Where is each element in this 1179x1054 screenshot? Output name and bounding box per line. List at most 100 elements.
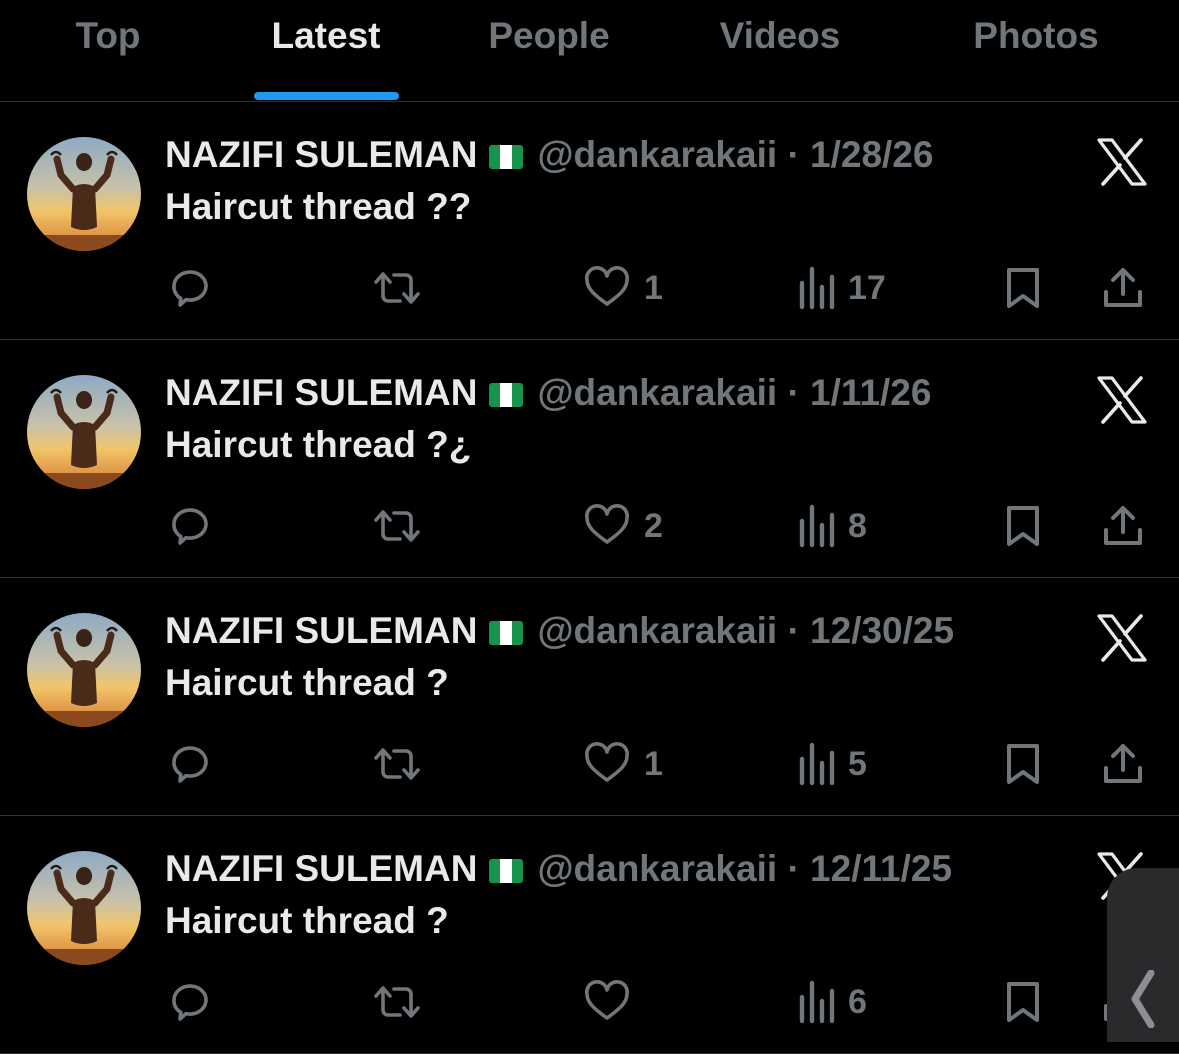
tweet[interactable]: NAZIFI SULEMAN @dankarakaii · 12/30/25 Hai… <box>0 578 1179 816</box>
active-tab-indicator <box>254 92 399 100</box>
tweet-date[interactable]: 12/11/25 <box>810 848 952 889</box>
x-logo-icon <box>1096 376 1148 424</box>
reply-button[interactable] <box>166 966 214 1038</box>
author-name[interactable]: NAZIFI SULEMAN <box>165 372 477 413</box>
share-icon <box>1100 264 1146 312</box>
separator-dot: · <box>787 610 800 651</box>
tweet[interactable]: NAZIFI SULEMAN @dankarakaii · 1/11/26 Hair… <box>0 340 1179 578</box>
retweet-button[interactable] <box>370 490 424 562</box>
views-button[interactable]: 17 <box>796 252 886 324</box>
share-icon <box>1100 740 1146 788</box>
author-name[interactable]: NAZIFI SULEMAN <box>165 134 477 175</box>
retweet-icon <box>370 978 424 1026</box>
author-name[interactable]: NAZIFI SULEMAN <box>165 610 477 651</box>
x-logo-icon <box>1096 614 1148 662</box>
like-button[interactable]: 1 <box>582 728 663 800</box>
reply-icon <box>166 502 214 550</box>
x-logo-icon <box>1096 138 1148 186</box>
nigeria-flag-icon <box>489 859 524 883</box>
like-icon <box>582 264 632 312</box>
author-name[interactable]: NAZIFI SULEMAN <box>165 848 477 889</box>
nigeria-flag-icon <box>489 621 524 645</box>
tweet-text: Haircut thread ?¿ <box>165 424 472 465</box>
tab-videos[interactable]: Videos <box>720 14 841 58</box>
like-count: 1 <box>644 268 663 307</box>
retweet-button[interactable] <box>370 966 424 1038</box>
like-icon <box>582 740 632 788</box>
tweet-date[interactable]: 1/11/26 <box>810 372 931 413</box>
views-count: 6 <box>848 982 867 1021</box>
bookmark-icon <box>1001 978 1045 1026</box>
tab-latest[interactable]: Latest <box>272 14 381 58</box>
bookmark-button[interactable] <box>1001 966 1045 1038</box>
avatar[interactable] <box>27 137 141 251</box>
bookmark-icon <box>1001 502 1045 550</box>
bookmark-icon <box>1001 740 1045 788</box>
retweet-button[interactable] <box>370 252 424 324</box>
reply-icon <box>166 978 214 1026</box>
author-handle[interactable]: @dankarakaii <box>537 372 777 413</box>
share-button[interactable] <box>1100 252 1146 324</box>
author-handle[interactable]: @dankarakaii <box>537 134 777 175</box>
like-button[interactable]: 1 <box>582 252 663 324</box>
avatar[interactable] <box>27 375 141 489</box>
views-icon <box>796 503 836 549</box>
tab-top[interactable]: Top <box>75 14 140 58</box>
tweet-text: Haircut thread ? <box>165 662 449 703</box>
retweet-button[interactable] <box>370 728 424 800</box>
like-icon <box>582 502 632 550</box>
views-icon <box>796 979 836 1025</box>
tweet-header: NAZIFI SULEMAN @dankarakaii · 1/11/26 <box>165 370 931 416</box>
views-count: 17 <box>848 268 886 307</box>
tab-photos[interactable]: Photos <box>973 14 1098 58</box>
tweet-text: Haircut thread ? <box>165 900 449 941</box>
tweet-text: Haircut thread ?? <box>165 186 472 227</box>
like-button[interactable] <box>582 966 644 1038</box>
tab-people[interactable]: People <box>488 14 609 58</box>
bookmark-button[interactable] <box>1001 252 1045 324</box>
retweet-icon <box>370 740 424 788</box>
views-icon <box>796 741 836 787</box>
views-count: 5 <box>848 744 867 783</box>
retweet-icon <box>370 264 424 312</box>
avatar[interactable] <box>27 851 141 965</box>
share-icon <box>1100 502 1146 550</box>
bookmark-icon <box>1001 264 1045 312</box>
nigeria-flag-icon <box>489 145 524 169</box>
separator-dot: · <box>787 134 800 175</box>
side-panel-handle[interactable] <box>1107 868 1179 1042</box>
tweet-date[interactable]: 1/28/26 <box>810 134 933 175</box>
views-icon <box>796 265 836 311</box>
tweet-header: NAZIFI SULEMAN @dankarakaii · 12/11/25 <box>165 846 952 892</box>
views-count: 8 <box>848 506 867 545</box>
reply-button[interactable] <box>166 728 214 800</box>
like-button[interactable]: 2 <box>582 490 663 562</box>
reply-icon <box>166 264 214 312</box>
avatar[interactable] <box>27 613 141 727</box>
author-handle[interactable]: @dankarakaii <box>537 610 777 651</box>
tab-bar: Top Latest People Videos Photos <box>0 0 1179 102</box>
reply-button[interactable] <box>166 490 214 562</box>
bookmark-button[interactable] <box>1001 490 1045 562</box>
tweet[interactable]: NAZIFI SULEMAN @dankarakaii · 12/11/25 Hai… <box>0 816 1179 1054</box>
tweet[interactable]: NAZIFI SULEMAN @dankarakaii · 1/28/26 Hair… <box>0 102 1179 340</box>
like-icon <box>582 978 632 1026</box>
reply-icon <box>166 740 214 788</box>
retweet-icon <box>370 502 424 550</box>
views-button[interactable]: 5 <box>796 728 867 800</box>
author-handle[interactable]: @dankarakaii <box>537 848 777 889</box>
views-button[interactable]: 6 <box>796 966 867 1038</box>
separator-dot: · <box>787 848 800 889</box>
share-button[interactable] <box>1100 728 1146 800</box>
reply-button[interactable] <box>166 252 214 324</box>
tweet-header: NAZIFI SULEMAN @dankarakaii · 12/30/25 <box>165 608 954 654</box>
tweet-date[interactable]: 12/30/25 <box>810 610 954 651</box>
nigeria-flag-icon <box>489 383 524 407</box>
like-count: 2 <box>644 506 663 545</box>
share-button[interactable] <box>1100 490 1146 562</box>
chevron-left-icon <box>1131 970 1155 1028</box>
tweet-header: NAZIFI SULEMAN @dankarakaii · 1/28/26 <box>165 132 934 178</box>
like-count: 1 <box>644 744 663 783</box>
views-button[interactable]: 8 <box>796 490 867 562</box>
bookmark-button[interactable] <box>1001 728 1045 800</box>
